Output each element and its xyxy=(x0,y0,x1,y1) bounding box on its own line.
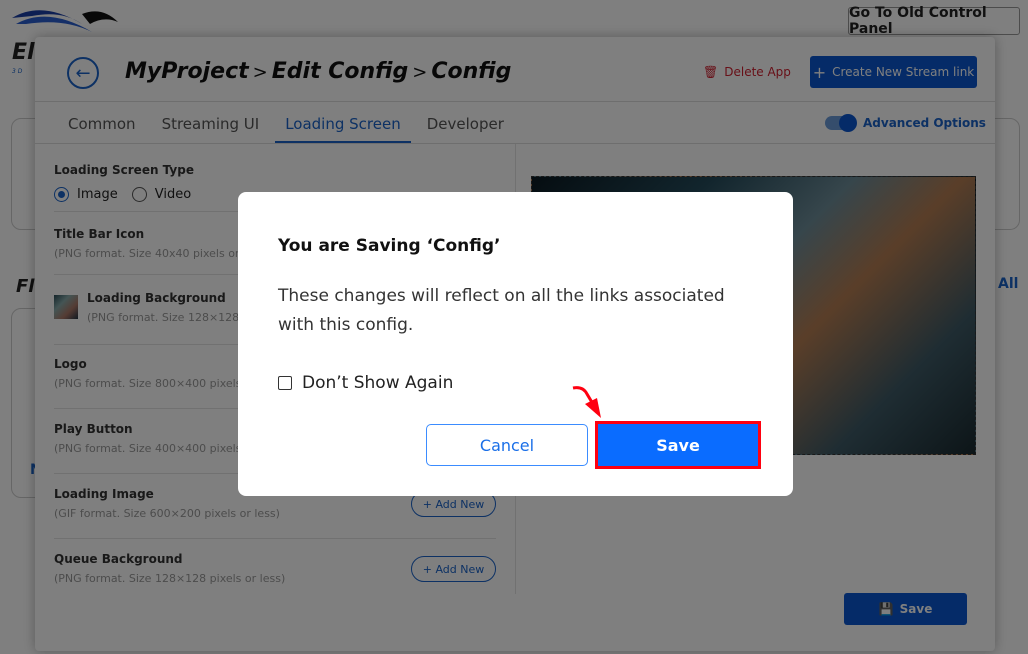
checkbox-icon[interactable] xyxy=(278,376,292,390)
dialog-message: These changes will reflect on all the li… xyxy=(278,286,725,335)
annotation-arrow-icon xyxy=(572,386,601,418)
checkbox-label: Don’t Show Again xyxy=(302,373,454,393)
save-confirmation-dialog: You are Saving ‘Config’ These changes wi… xyxy=(238,192,793,496)
save-button[interactable]: Save xyxy=(595,421,761,469)
dialog-title: You are Saving ‘Config’ xyxy=(278,236,501,256)
dont-show-again-checkbox[interactable]: Don’t Show Again xyxy=(278,373,453,393)
cancel-button[interactable]: Cancel xyxy=(426,424,588,466)
